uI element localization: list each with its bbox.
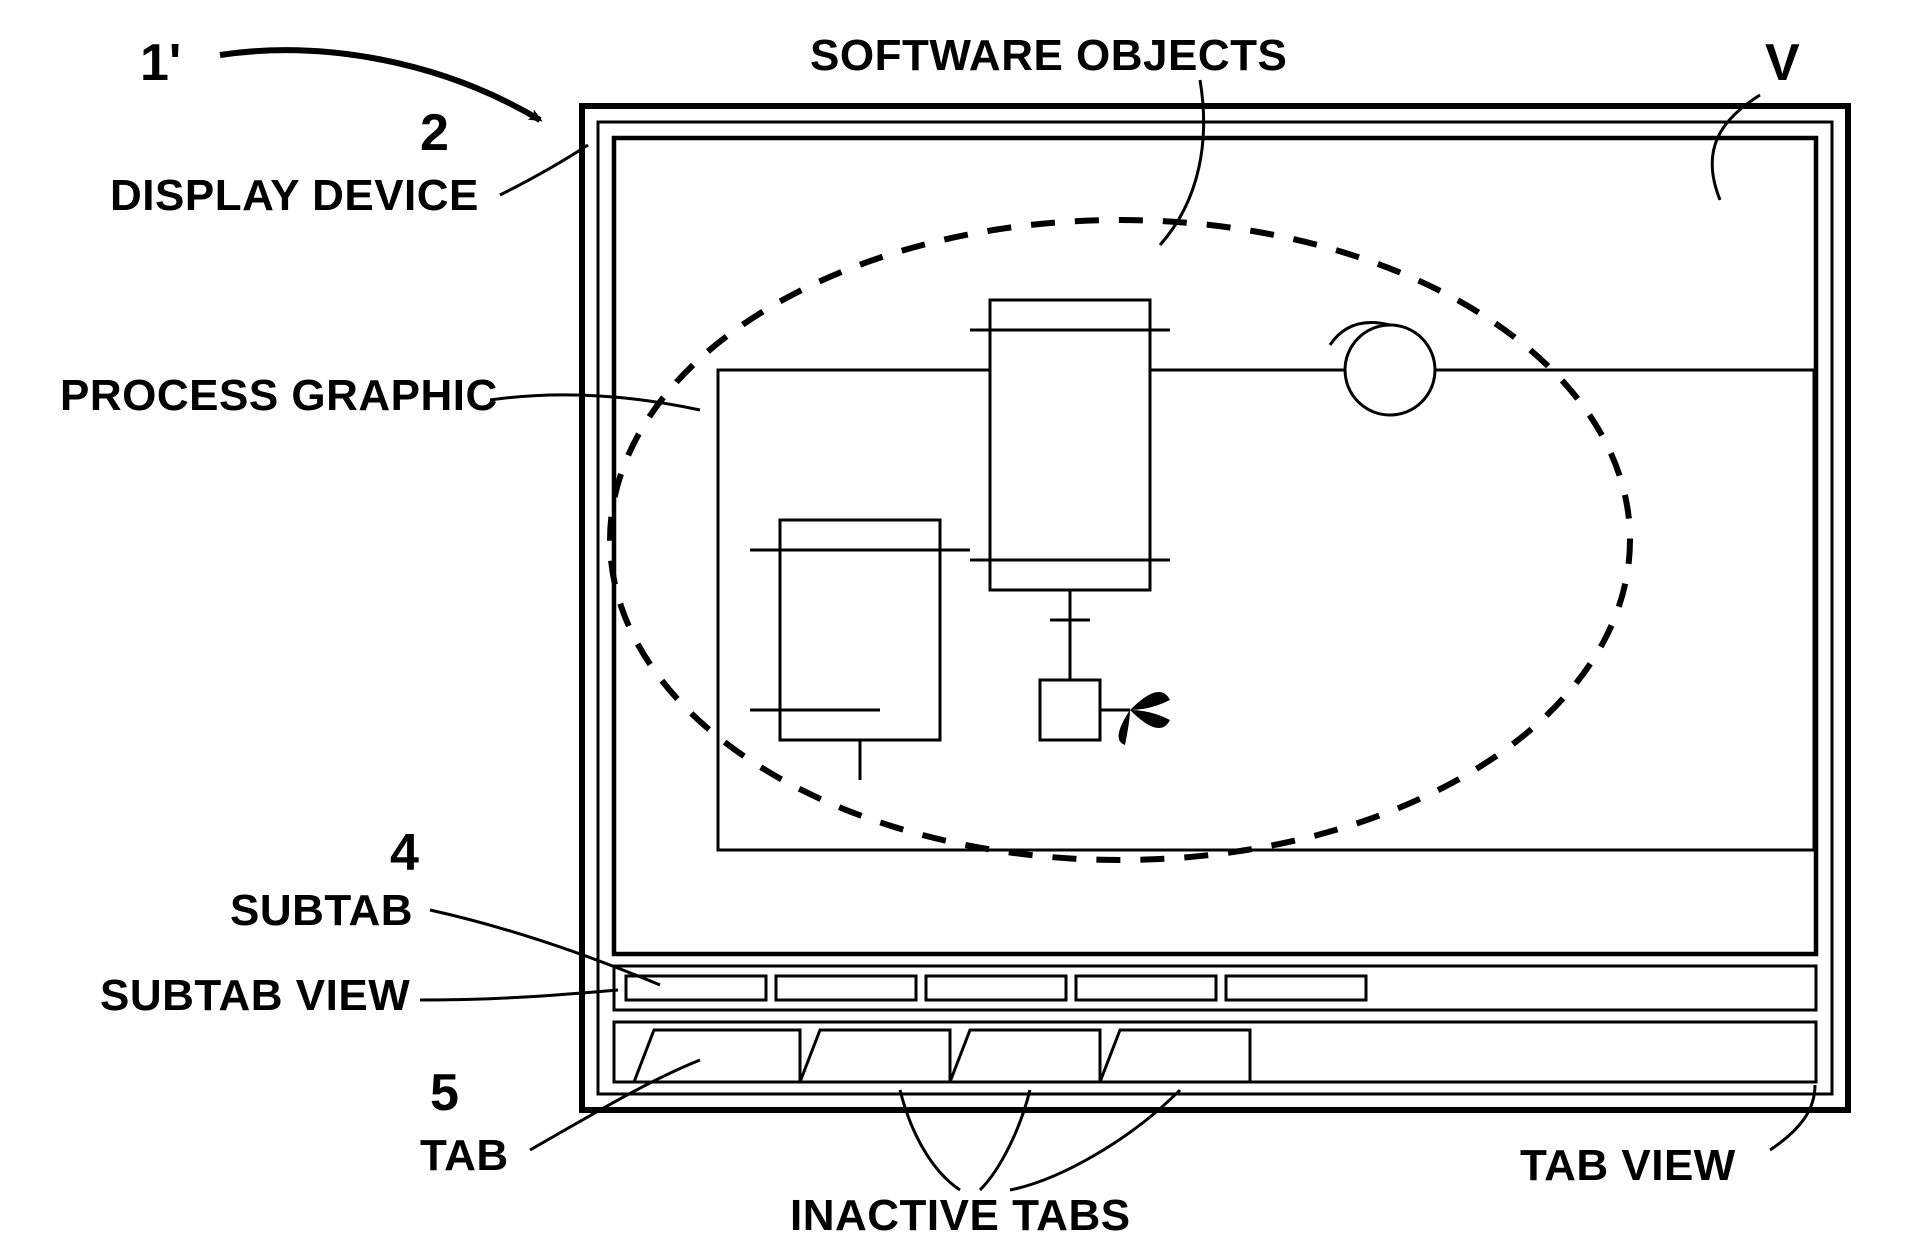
svg-text:SUBTAB: SUBTAB [230,886,413,935]
svg-text:DISPLAY DEVICE: DISPLAY DEVICE [110,171,479,220]
callout-tab: 5 TAB [420,1060,700,1180]
callout-one-prime: 1' [140,34,540,120]
svg-text:TAB: TAB [420,1131,509,1180]
svg-text:SOFTWARE OBJECTS: SOFTWARE OBJECTS [810,31,1287,80]
callout-subtab-view: SUBTAB VIEW [100,971,618,1020]
svg-text:PROCESS GRAPHIC: PROCESS GRAPHIC [60,371,498,420]
subtab-view [614,966,1816,1010]
svg-text:5: 5 [430,1064,459,1122]
subtab-3[interactable] [926,976,1066,1000]
svg-text:TAB VIEW: TAB VIEW [1520,1141,1736,1190]
callout-display-device: 2 DISPLAY DEVICE [110,104,588,220]
svg-text:2: 2 [420,104,449,162]
tab-active[interactable] [634,1030,800,1082]
subtab-2[interactable] [776,976,916,1000]
svg-text:1': 1' [140,34,181,92]
subtab-5[interactable] [1226,976,1366,1000]
patent-figure: 1' V SOFTWARE OBJECTS 2 DISPLAY DEVICE P… [0,0,1912,1257]
svg-text:V: V [1765,34,1800,92]
svg-text:INACTIVE TABS: INACTIVE TABS [790,1191,1131,1240]
svg-text:4: 4 [390,824,419,882]
svg-text:SUBTAB VIEW: SUBTAB VIEW [100,971,410,1020]
tab-view [614,1022,1816,1082]
subtab-4[interactable] [1076,976,1216,1000]
